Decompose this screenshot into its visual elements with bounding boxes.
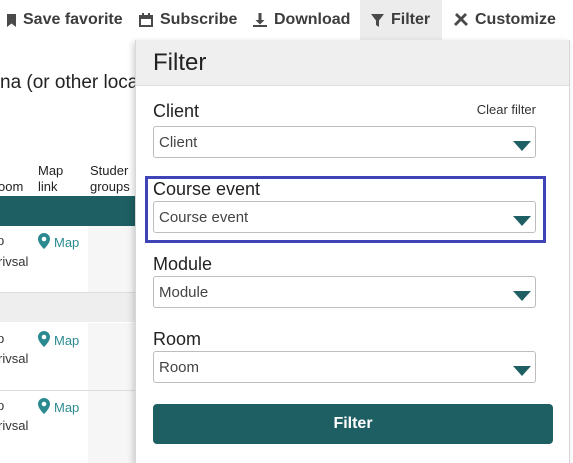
chevron-down-icon [513,138,531,156]
client-select[interactable]: Client [153,126,536,158]
map-link-label: Map [54,235,80,250]
customize-label: Customize [475,11,556,28]
chevron-down-icon [513,363,531,381]
toolbar: Save favorite Subscribe Download Filter … [0,0,573,40]
bookmark-icon [6,13,17,28]
save-favorite-button[interactable]: Save favorite [6,0,123,40]
group-header-row [0,196,135,226]
filter-panel: Filter Clear filter Client Client Course… [135,40,570,463]
map-link[interactable]: Map [38,331,79,350]
cell-background [88,323,135,390]
room-select-value: Room [159,359,200,376]
course-event-select[interactable]: Course event [153,201,536,233]
page-heading: na (or other loca [0,72,139,93]
map-pin-icon [38,331,50,350]
row-fragment: p [0,398,5,413]
chevron-down-icon [513,288,531,306]
row-fragment: rivsal [0,254,29,269]
filter-panel-title: Filter [153,49,207,76]
column-header-room: oom [0,179,24,194]
filter-toggle-label: Filter [391,11,431,28]
subscribe-label: Subscribe [160,11,238,28]
map-link-label: Map [54,400,80,415]
save-favorite-label: Save favorite [23,11,123,28]
apply-filter-button[interactable]: Filter [153,404,553,444]
map-link[interactable]: Map [38,233,79,252]
download-icon [252,12,268,28]
map-pin-icon [38,398,50,417]
module-label: Module [153,254,213,274]
row-fragment: p [0,331,5,346]
clear-filter-link[interactable]: Clear filter [477,102,536,117]
filter-toggle-button[interactable]: Filter [360,0,443,40]
filter-panel-header: Filter [136,40,569,86]
calendar-icon [138,12,154,28]
room-label: Room [153,329,202,349]
map-link[interactable]: Map [38,398,79,417]
course-event-label: Course event [153,179,261,199]
map-link-label: Map [54,333,80,348]
row-fragment: rivsal [0,351,29,366]
download-button[interactable]: Download [252,0,350,40]
row-fragment: rivsal [0,418,29,433]
cell-background [88,391,135,463]
client-label: Client [153,101,200,121]
course-event-select-value: Course event [159,209,249,226]
chevron-down-icon [513,213,531,231]
module-select-value: Module [159,284,209,301]
row-separator [0,292,135,322]
tools-icon [453,12,469,28]
column-header-student-groups[interactable]: Studer groups [90,163,130,195]
customize-button[interactable]: Customize [453,0,556,40]
column-header-map-link[interactable]: Map link [38,163,63,195]
subscribe-button[interactable]: Subscribe [138,0,237,40]
map-pin-icon [38,233,50,252]
row-fragment: p [0,233,5,248]
room-select[interactable]: Room [153,351,536,383]
client-select-value: Client [159,134,198,151]
module-select[interactable]: Module [153,276,536,308]
download-label: Download [274,11,351,28]
funnel-icon [370,13,385,28]
cell-background [88,226,135,292]
